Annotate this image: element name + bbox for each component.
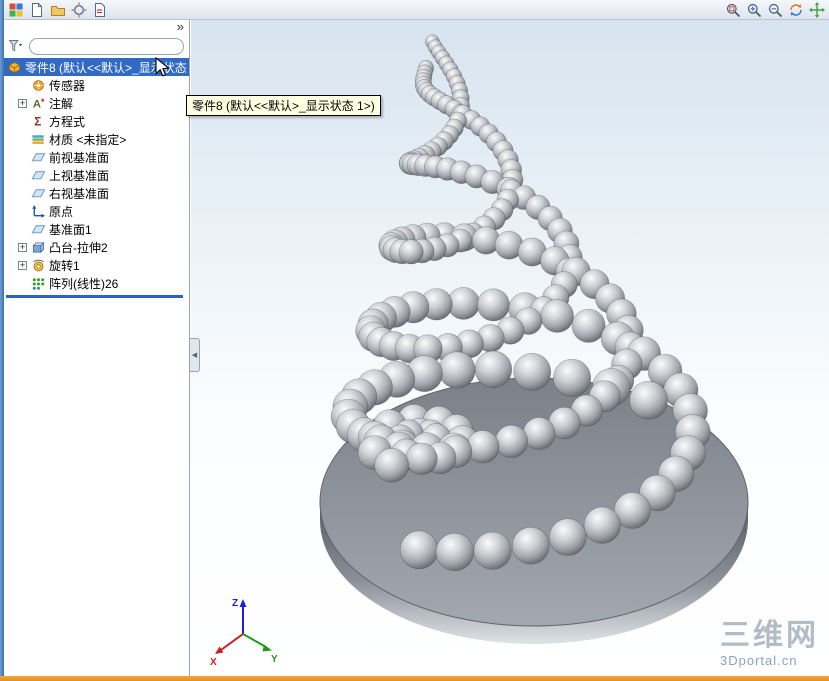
feature-tooltip: 零件8 (默认<<默认>_显示状态 1>) [186,95,381,116]
tree-item-pattern-linear26[interactable]: 阵列(线性)26 [4,274,189,292]
tree-item-origin[interactable]: 原点 [4,202,189,220]
feature-filter-input[interactable] [29,37,184,55]
view-selector-icon[interactable] [7,1,25,19]
watermark: 三维网 3Dportal.cn [720,619,819,669]
tree-item-sensors[interactable]: 传感器 [4,76,189,94]
pan-icon[interactable] [808,1,826,19]
tree-item-label: 阵列(线性)26 [49,276,119,291]
panel-collapse-arrow[interactable]: ◀ [190,338,200,372]
triad-y-label: Y [271,654,278,665]
equations-icon: Σ [30,113,46,129]
tree-item-boss-extrude2[interactable]: + 凸台-拉伸2 [4,238,189,256]
filter-row [7,37,184,55]
tree-item-label: 前视基准面 [49,150,110,165]
orientation-triad: Z X Y [210,598,278,668]
svg-text:A: A [32,98,40,110]
toolbar-right-group [724,1,826,19]
expand-plus-icon[interactable]: + [18,242,27,252]
tree-item-plane1[interactable]: 基准面1 [4,220,189,238]
tree-item-label: 旋转1 [49,258,80,273]
panel-header: » [4,19,189,36]
3d-model-spheres-tree [319,34,749,644]
sensors-icon [30,77,46,93]
rotate-view-icon[interactable] [787,1,805,19]
tree-item-label: 零件8 (默认<<默认>_显示状态 [25,60,187,75]
tree-item-front-plane[interactable]: 前视基准面 [4,148,189,166]
select-target-icon[interactable] [70,1,88,19]
expand-plus-icon[interactable]: + [18,260,27,270]
solidworks-window: » 零件8 (默认<<默认>_显示状态传感器 + A 注解 Σ 方程式材质 <未指定> 前视… [0,0,829,681]
triad-z-label: Z [232,598,238,609]
open-document-icon[interactable] [49,1,67,19]
tree-item-label: 上视基准面 [49,168,110,183]
tree-item-revolve1[interactable]: + 旋转1 [4,256,189,274]
triad-y-arrow [262,644,272,652]
material-icon [30,131,46,147]
featuremanager-panel: » 零件8 (默认<<默认>_显示状态传感器 + A 注解 Σ 方程式材质 <未指定> 前视… [4,19,190,676]
plane-icon [30,221,46,237]
graphics-viewport[interactable]: Z X Y 三维网 3Dportal.cn [191,20,829,676]
plane-icon [30,149,46,165]
zoom-inout-icon[interactable] [766,1,784,19]
svg-text:Σ: Σ [34,115,41,128]
toolbar-left-group [7,1,109,19]
tree-item-material[interactable]: 材质 <未指定> [4,130,189,148]
tree-item-part-root[interactable]: 零件8 (默认<<默认>_显示状态 [4,58,189,76]
tree-item-annotations[interactable]: + A 注解 [4,94,189,112]
tree-item-label: 基准面1 [49,222,92,237]
top-toolbar [4,0,829,20]
extrude-icon [30,239,46,255]
tree-item-label: 凸台-拉伸2 [49,240,108,255]
taskbar-edge [0,676,829,681]
tree-item-right-plane[interactable]: 右视基准面 [4,184,189,202]
triad-x-label: X [210,657,217,668]
annotations-icon: A [30,95,46,111]
origin-icon [30,203,46,219]
pattern-icon [30,275,46,291]
plane-icon [30,185,46,201]
expand-plus-icon[interactable]: + [18,98,27,108]
tree-item-equations[interactable]: Σ 方程式 [4,112,189,130]
watermark-logo-text: 三维网 [720,619,819,652]
feature-tree: 零件8 (默认<<默认>_显示状态传感器 + A 注解 Σ 方程式材质 <未指定> 前视基准… [4,58,189,292]
tree-item-label: 注解 [49,96,74,111]
watermark-url-text: 3Dportal.cn [720,653,798,668]
tree-item-label: 方程式 [49,114,86,129]
document-properties-icon[interactable] [91,1,109,19]
zoom-fit-icon[interactable] [724,1,742,19]
plane-icon [30,167,46,183]
tree-item-label: 右视基准面 [49,186,110,201]
tree-item-top-plane[interactable]: 上视基准面 [4,166,189,184]
revolve-icon [30,257,46,273]
panel-more-chevron-icon[interactable]: » [177,19,184,34]
window-left-border [0,0,4,681]
new-document-icon[interactable] [28,1,46,19]
triad-x-arrow [215,646,224,654]
rollback-bar[interactable] [6,295,183,298]
filter-funnel-icon[interactable] [7,38,23,54]
part-icon [6,59,22,75]
tree-item-label: 传感器 [49,78,86,93]
tree-item-label: 材质 <未指定> [49,132,127,147]
zoom-area-icon[interactable] [745,1,763,19]
tree-item-label: 原点 [49,204,74,219]
triad-z-arrow [239,599,247,607]
